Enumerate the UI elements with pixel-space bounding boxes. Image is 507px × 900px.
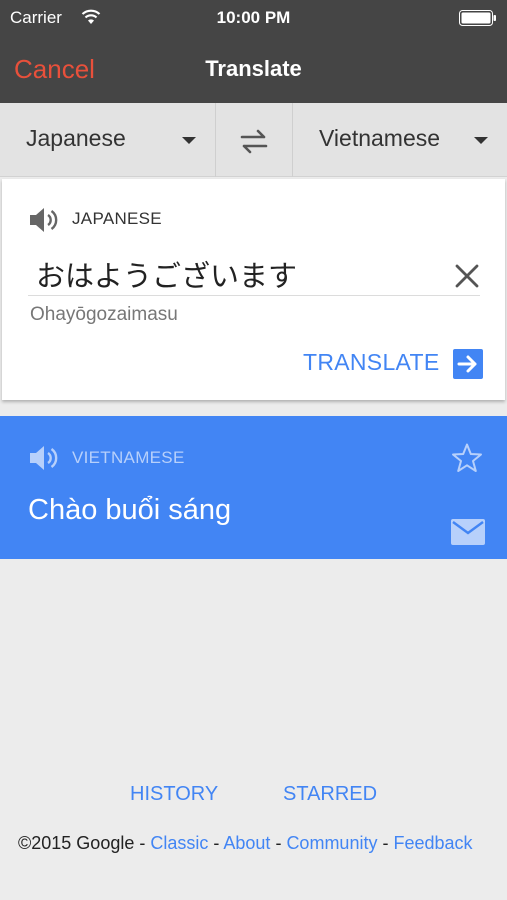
clock: 10:00 PM bbox=[216, 8, 291, 27]
translated-text: Chào buổi sáng bbox=[28, 494, 232, 526]
source-language-label: Japanese bbox=[26, 125, 126, 151]
history-link[interactable]: HISTORY bbox=[130, 783, 218, 806]
separator: - bbox=[270, 833, 287, 853]
community-link[interactable]: Community bbox=[286, 833, 377, 853]
input-card: JAPANESE おはようございます Ohayōgozaimasu TRANSL… bbox=[2, 179, 505, 400]
target-language-label: Vietnamese bbox=[319, 125, 441, 151]
footer: ©2015 Google - Classic - About - Communi… bbox=[18, 833, 498, 854]
battery-icon bbox=[459, 10, 496, 26]
cancel-button[interactable]: Cancel bbox=[14, 54, 95, 85]
source-language-selector[interactable]: Japanese bbox=[0, 103, 215, 177]
translate-button[interactable]: TRANSLATE bbox=[302, 347, 488, 381]
nav-bar: Cancel Translate bbox=[0, 36, 507, 103]
swap-languages-button[interactable] bbox=[216, 103, 292, 177]
caret-down-icon bbox=[474, 137, 488, 144]
feedback-link[interactable]: Feedback bbox=[393, 833, 472, 853]
separator: - bbox=[377, 833, 394, 853]
bottom-links: HISTORY STARRED bbox=[0, 783, 507, 811]
speaker-icon[interactable] bbox=[28, 443, 62, 473]
copyright: ©2015 Google bbox=[18, 833, 135, 853]
transliteration: Ohayōgozaimasu bbox=[30, 304, 178, 325]
caret-down-icon bbox=[182, 137, 196, 144]
speaker-icon[interactable] bbox=[28, 205, 62, 235]
classic-link[interactable]: Classic bbox=[150, 833, 208, 853]
swap-arrows-icon bbox=[240, 129, 268, 154]
translate-button-label: TRANSLATE bbox=[303, 349, 440, 375]
mail-icon[interactable] bbox=[451, 519, 485, 545]
close-icon[interactable] bbox=[454, 263, 480, 289]
language-bar: Japanese Vietnamese bbox=[0, 103, 507, 177]
star-outline-icon[interactable] bbox=[451, 442, 483, 474]
input-underline bbox=[28, 295, 480, 296]
source-language-heading: JAPANESE bbox=[72, 209, 162, 228]
target-language-selector[interactable]: Vietnamese bbox=[293, 103, 507, 177]
target-language-heading: VIETNAMESE bbox=[72, 448, 185, 467]
separator: - bbox=[134, 833, 151, 853]
starred-link[interactable]: STARRED bbox=[283, 783, 377, 806]
status-bar: Carrier 10:00 PM bbox=[0, 0, 507, 36]
arrow-right-icon bbox=[453, 349, 483, 379]
about-link[interactable]: About bbox=[223, 833, 270, 853]
separator: - bbox=[208, 833, 224, 853]
source-text-input[interactable]: おはようございます bbox=[36, 253, 297, 295]
result-card: VIETNAMESE Chào buổi sáng bbox=[0, 416, 507, 559]
